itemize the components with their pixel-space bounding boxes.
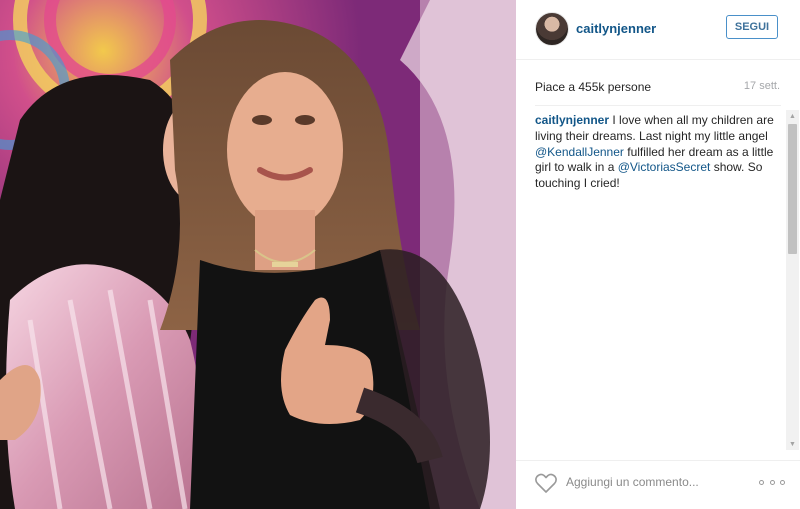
mention-victoriassecret-link[interactable]: @VictoriasSecret (618, 160, 711, 174)
more-options-icon[interactable] (759, 473, 785, 491)
likes-count[interactable]: Piace a 455k persone (535, 80, 651, 94)
post-header: caitlynjenner SEGUI (516, 0, 800, 60)
post-photo[interactable] (0, 0, 516, 509)
divider (535, 105, 781, 106)
mention-kendall-link[interactable]: @KendallJenner (535, 145, 624, 159)
comment-input[interactable] (566, 471, 736, 493)
caption-author-link[interactable]: caitlynjenner (535, 113, 609, 127)
scrollbar[interactable]: ▲ ▼ (786, 110, 799, 450)
dot (769, 479, 775, 485)
dot (780, 479, 785, 485)
post-footer (516, 460, 800, 509)
post-caption: caitlynjenner I love when all my childre… (535, 113, 783, 192)
arrow-up-icon[interactable]: ▲ (786, 110, 799, 122)
arrow-down-icon[interactable]: ▼ (786, 438, 799, 450)
heart-outline-icon[interactable] (534, 472, 558, 494)
dot (759, 479, 764, 485)
avatar[interactable] (535, 12, 569, 46)
likes-row: Piace a 455k persone 17 sett. (535, 80, 780, 96)
instagram-post: caitlynjenner SEGUI Piace a 455k persone… (0, 0, 800, 509)
scrollbar-thumb[interactable] (788, 124, 797, 254)
follow-button[interactable]: SEGUI (726, 15, 778, 39)
photo-illustration (0, 0, 516, 509)
username-link[interactable]: caitlynjenner (576, 21, 656, 36)
post-date[interactable]: 17 sett. (744, 80, 780, 92)
post-sidebar: caitlynjenner SEGUI Piace a 455k persone… (516, 0, 800, 509)
